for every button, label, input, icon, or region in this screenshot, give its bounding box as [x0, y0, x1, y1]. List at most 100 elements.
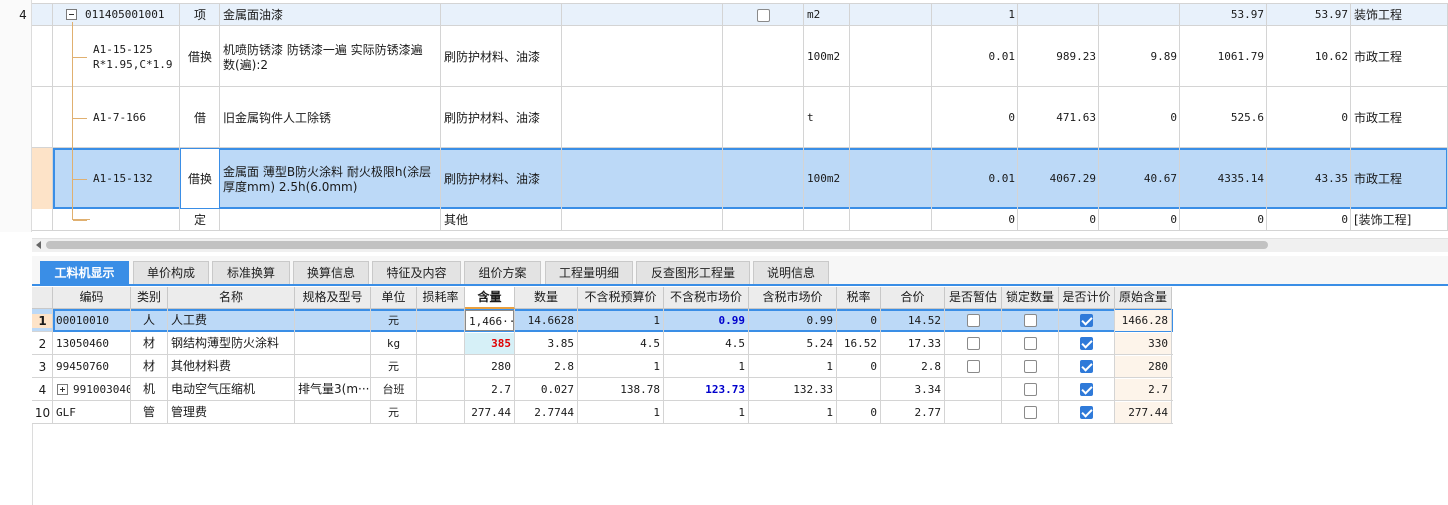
col-header-spec[interactable]: 规格及型号 — [295, 287, 371, 309]
cell-cat: 管 — [142, 405, 155, 419]
col-header-est[interactable]: 是否暂估 — [945, 287, 1002, 309]
cell-unit: 100m2 — [807, 49, 841, 63]
cell-loss — [417, 310, 464, 331]
col-header-lock[interactable]: 锁定数量 — [1002, 287, 1059, 309]
col-header-orig[interactable]: 原始含量 — [1115, 287, 1172, 309]
tab-3[interactable]: 换算信息 — [293, 261, 369, 284]
grid-vline — [1001, 332, 1002, 355]
cell-total: 14.52 — [907, 314, 941, 327]
estimate-checkbox[interactable] — [967, 314, 980, 327]
cell-code: GLF — [56, 406, 76, 419]
cell-p1: 989.23 — [1056, 49, 1096, 63]
col-header-qty[interactable]: 数量 — [515, 287, 578, 309]
col-header-p3[interactable]: 含税市场价 — [749, 287, 837, 309]
cell-name: 金属面油漆 — [223, 8, 284, 22]
col-header-content[interactable]: 含量 — [465, 287, 515, 309]
row-index: 3 — [38, 360, 47, 374]
estimate-checkbox[interactable] — [967, 337, 980, 350]
grid-vline — [944, 309, 945, 332]
cell-name: 钢结构薄型防火涂料 — [171, 336, 280, 350]
priced-checkbox[interactable] — [1080, 314, 1093, 327]
cell-qty: 1 — [1008, 8, 1015, 21]
cell-p3: 53.97 — [1230, 8, 1264, 21]
grid-vline — [944, 355, 945, 378]
grid-vline — [722, 87, 723, 148]
grid-vline — [561, 209, 562, 231]
tab-4[interactable]: 特征及内容 — [372, 261, 461, 284]
lock-qty-checkbox[interactable] — [1024, 383, 1037, 396]
tab-7[interactable]: 反查图形工程量 — [636, 261, 750, 284]
collapse-icon[interactable] — [66, 9, 77, 20]
grid-vline — [1058, 309, 1059, 332]
grid-vline — [803, 4, 804, 26]
cell-qty: 0.01 — [988, 49, 1016, 63]
priced-checkbox[interactable] — [1080, 360, 1093, 373]
col-header-name[interactable]: 名称 — [168, 287, 295, 309]
col-header-p1[interactable]: 不含税预算价 — [578, 287, 664, 309]
cell-code: A1-7-166 — [93, 110, 146, 124]
estimate-checkbox[interactable] — [967, 360, 980, 373]
priced-checkbox[interactable] — [1080, 383, 1093, 396]
cell-p1: 0 — [1089, 213, 1096, 226]
tab-2[interactable]: 标准换算 — [212, 261, 290, 284]
grid-vline — [1098, 4, 1099, 26]
tab-5[interactable]: 组价方案 — [464, 261, 541, 284]
grid-vline — [52, 87, 53, 148]
grid-vline — [1171, 378, 1172, 401]
tab-0[interactable]: 工料机显示 — [40, 261, 129, 284]
priced-checkbox[interactable] — [1080, 337, 1093, 350]
row-index: 2 — [38, 337, 47, 351]
col-header-p2[interactable]: 不含税市场价 — [664, 287, 749, 309]
col-header-tax[interactable]: 税率 — [837, 287, 881, 309]
cell-qty: 0 — [1008, 110, 1015, 124]
cell-content[interactable]: 1,466··· — [465, 310, 514, 331]
cell-unit: t — [807, 110, 814, 124]
cell-p1: 1 — [653, 406, 660, 419]
lock-qty-checkbox[interactable] — [1024, 360, 1037, 373]
grid-vline — [561, 26, 562, 87]
cell-content[interactable]: 277.44 — [465, 402, 514, 423]
priced-checkbox[interactable] — [1080, 406, 1093, 419]
cell-p4: 53.97 — [1314, 8, 1348, 21]
cell-p4: 0 — [1341, 213, 1348, 226]
cell-type: 借换 — [187, 171, 212, 186]
scroll-left-icon[interactable] — [36, 241, 41, 249]
tab-6[interactable]: 工程量明细 — [545, 261, 633, 284]
expand-icon[interactable] — [57, 384, 68, 395]
cell-code: 13050460 — [56, 337, 109, 350]
grid-vline — [803, 209, 804, 231]
col-header-priced[interactable]: 是否计价 — [1059, 287, 1115, 309]
gutter-line — [32, 424, 33, 505]
item-checkbox[interactable] — [757, 9, 770, 22]
quota-name-cont: 厚度mm) 2.5h(6.0mm) — [223, 179, 358, 194]
grid-vline — [1350, 148, 1351, 209]
cell-content[interactable]: 385 — [465, 333, 514, 354]
scrollbar-thumb[interactable] — [46, 241, 1268, 249]
cell-cat: 机 — [142, 382, 155, 396]
col-header-cat[interactable]: 类别 — [131, 287, 168, 309]
lock-qty-checkbox[interactable] — [1024, 406, 1037, 419]
col-header-total[interactable]: 合价 — [881, 287, 945, 309]
cell-p2: 123.73 — [705, 383, 745, 396]
lock-qty-checkbox[interactable] — [1024, 314, 1037, 327]
row-marker — [32, 148, 53, 209]
col-header-loss[interactable]: 损耗率 — [417, 287, 465, 309]
grid-vline — [1098, 87, 1099, 148]
grid-vline — [849, 87, 850, 148]
col-header-code[interactable]: 编码 — [53, 287, 131, 309]
cell-orig: 330 — [1115, 333, 1171, 354]
cell-spec — [295, 402, 370, 423]
col-header-unit[interactable]: 单位 — [371, 287, 417, 309]
quota-name-cont: 数(遍):2 — [223, 57, 269, 72]
tab-1[interactable]: 单价构成 — [133, 261, 209, 284]
cell-type: 借换 — [187, 49, 212, 64]
cell-content[interactable]: 280 — [465, 356, 514, 377]
grid-vline — [440, 148, 441, 209]
cell-content[interactable]: 2.7 — [465, 379, 514, 400]
grid-vline — [440, 209, 441, 231]
tab-8[interactable]: 说明信息 — [753, 261, 829, 284]
cell-p1: 1 — [653, 314, 660, 327]
cell-orig: 280 — [1115, 356, 1171, 377]
lock-qty-checkbox[interactable] — [1024, 337, 1037, 350]
cell-tax: 0 — [870, 406, 877, 419]
